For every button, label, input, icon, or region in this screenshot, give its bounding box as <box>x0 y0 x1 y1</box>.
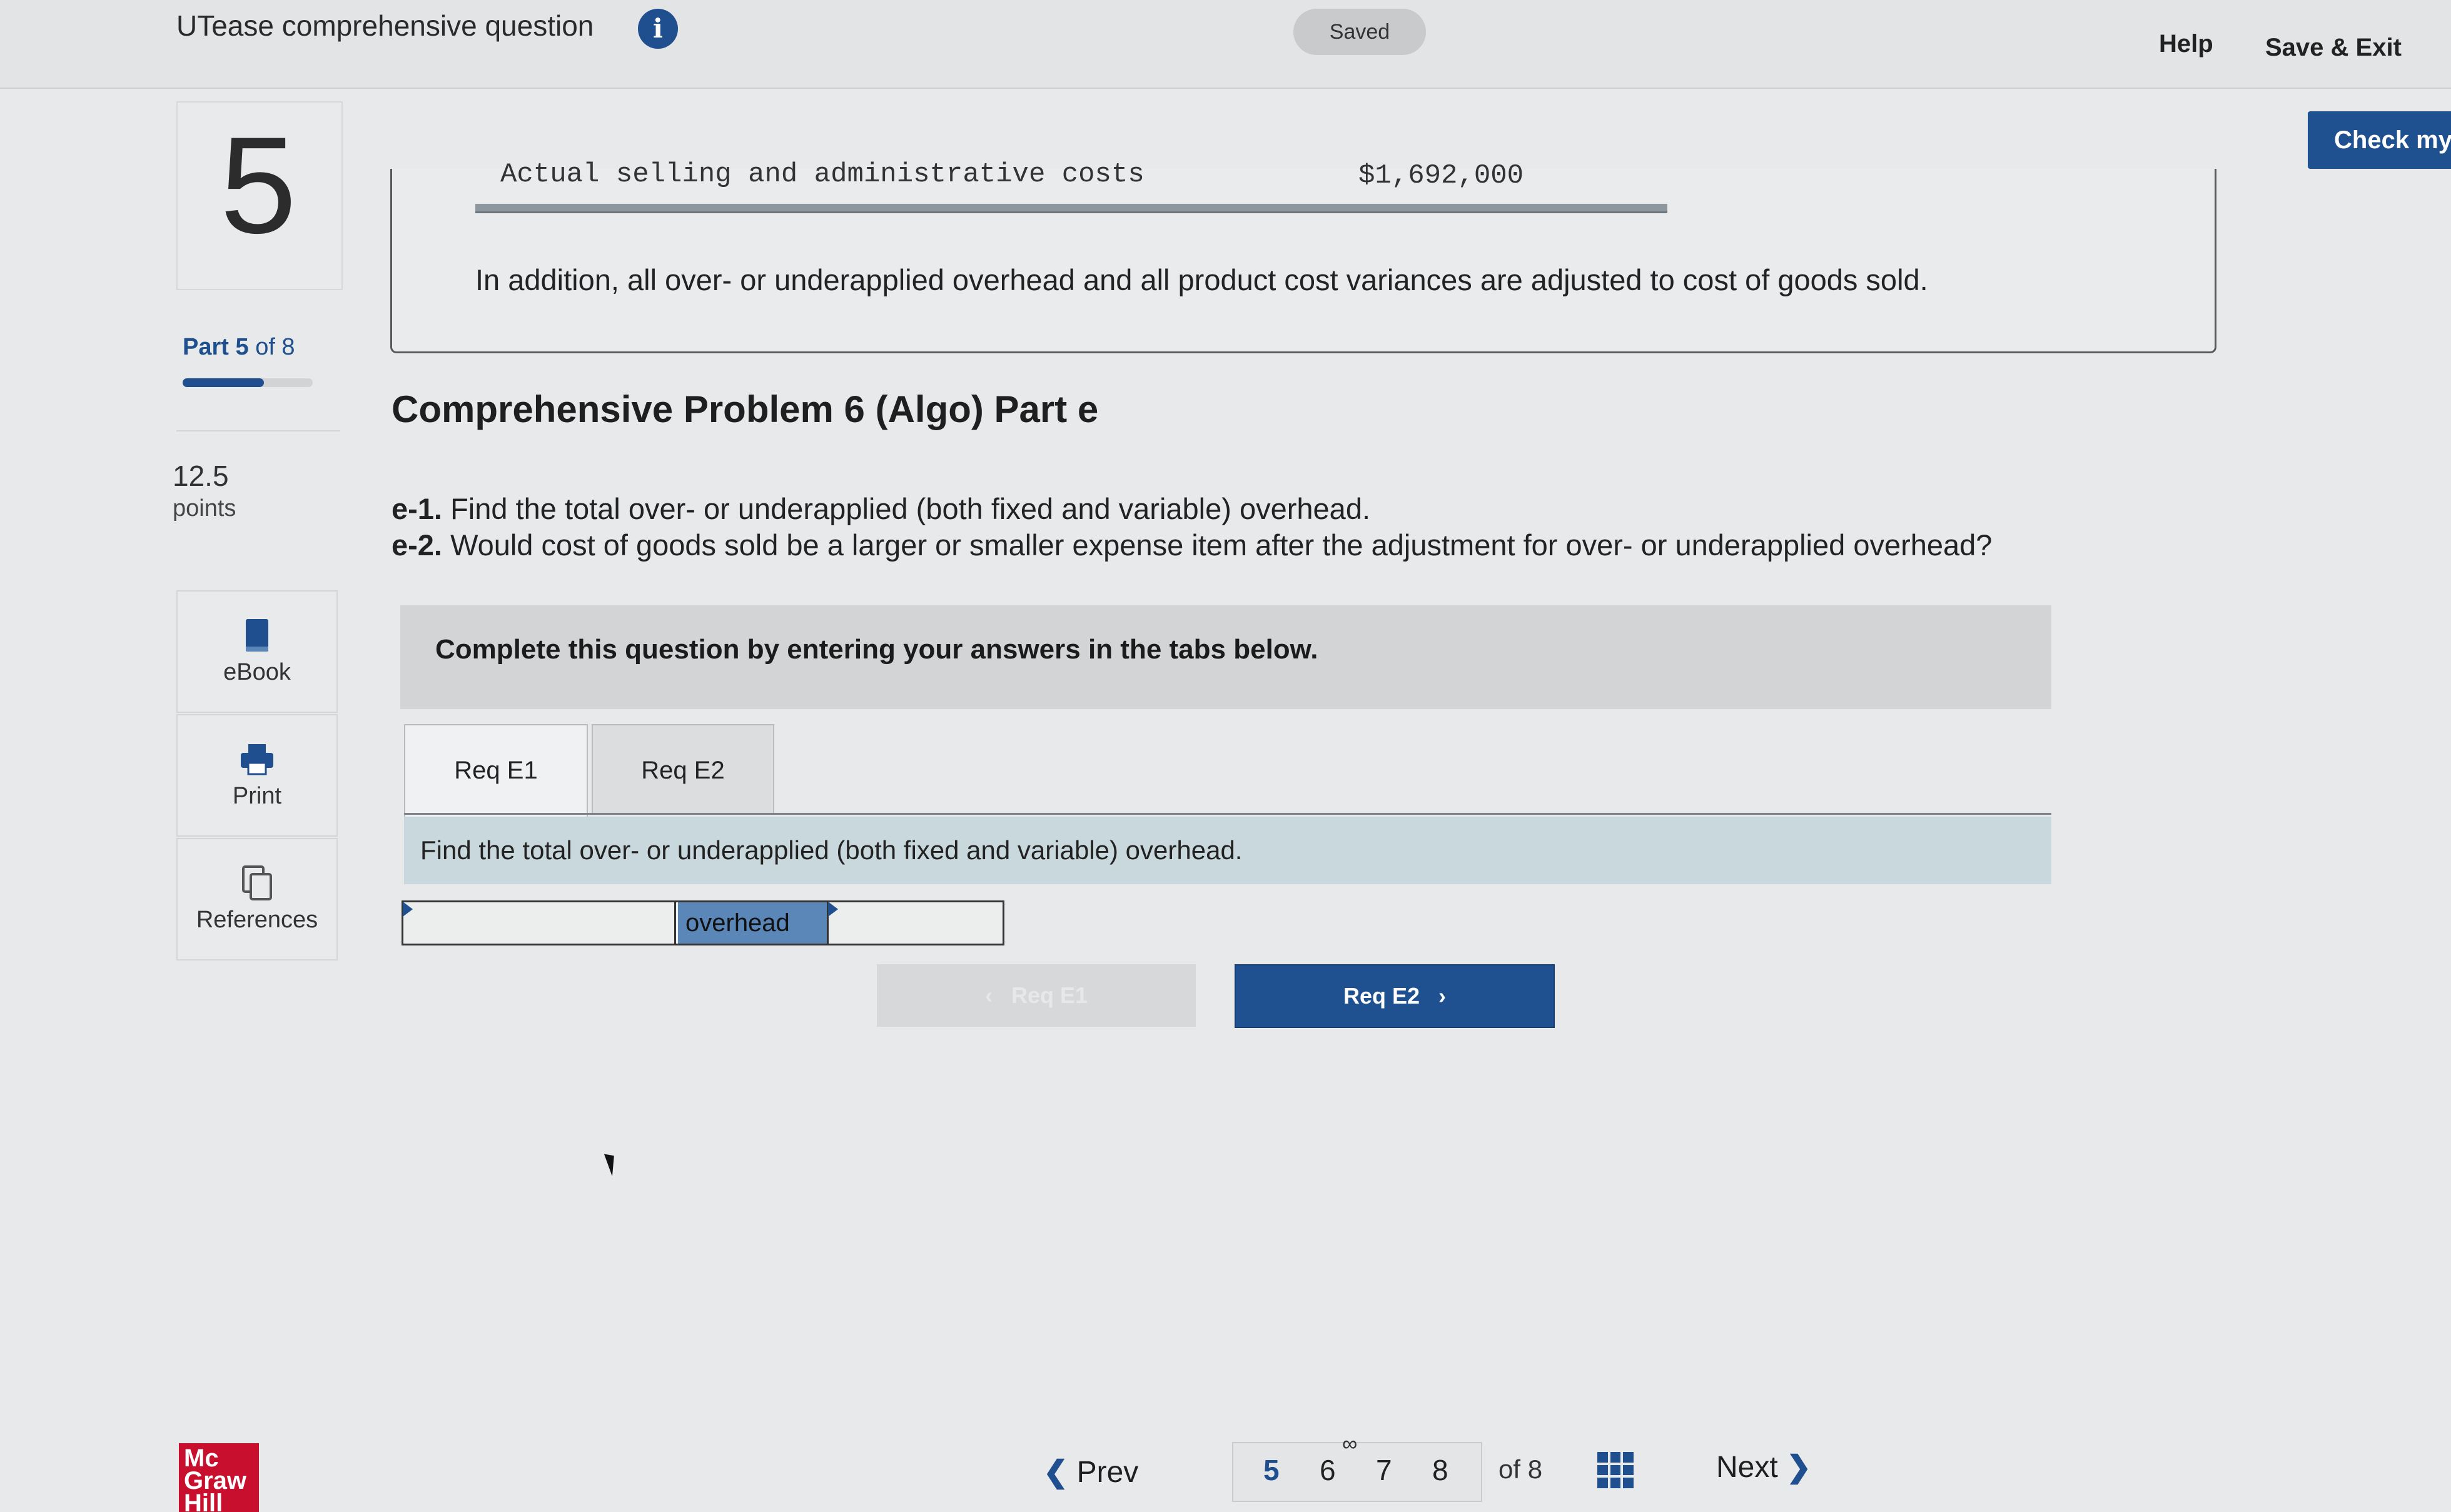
next-req-button[interactable]: Req E2 › <box>1235 964 1555 1028</box>
info-icon[interactable]: i <box>638 9 678 49</box>
print-label: Print <box>232 783 282 809</box>
page-number-8[interactable]: 8 <box>1432 1453 1448 1487</box>
addition-note: In addition, all over- or underapplied o… <box>475 263 1928 296</box>
part-current: 5 <box>235 334 249 360</box>
save-exit-link[interactable]: Save & Exit <box>2265 34 2402 62</box>
references-button[interactable]: References <box>176 838 338 960</box>
saved-status-badge: Saved <box>1293 9 1426 55</box>
prev-req-label: Req E1 <box>1011 982 1088 1008</box>
requirement-e2: e-2. Would cost of goods sold be a large… <box>392 528 1992 562</box>
requirement-e2-text: Would cost of goods sold be a larger or … <box>450 528 1993 562</box>
next-question-link[interactable]: Next ❯ <box>1716 1449 1811 1484</box>
next-req-label: Req E2 <box>1343 983 1420 1009</box>
prev-question-link[interactable]: ❮ Prev <box>1043 1454 1138 1489</box>
points-value: 12.5 <box>173 460 229 492</box>
mouse-cursor-icon <box>604 1151 621 1177</box>
next-label: Next <box>1716 1451 1778 1484</box>
chevron-right-icon: › <box>1420 983 1447 1009</box>
page-total: of 8 <box>1498 1454 1543 1484</box>
print-button[interactable]: Print <box>176 714 338 837</box>
tab-req-e2[interactable]: Req E2 <box>592 724 774 815</box>
part-total: of 8 <box>255 334 295 360</box>
requirement-e1: e-1. Find the total over- or underapplie… <box>392 491 1370 526</box>
mcgraw-hill-logo: Mc Graw Hill <box>179 1443 259 1512</box>
check-my-work-button[interactable]: Check my <box>2308 111 2451 169</box>
tab-req-e1[interactable]: Req E1 <box>404 724 588 817</box>
link-icon: ∞ <box>1342 1432 1358 1456</box>
input-marker-icon <box>403 902 413 917</box>
table-row-amount: $1,692,000 <box>1358 160 1524 191</box>
part-progress-fill <box>183 378 264 387</box>
rail-divider <box>176 430 340 431</box>
tab-underline <box>404 813 2051 815</box>
chevron-right-icon: ❯ <box>1786 1451 1812 1484</box>
overhead-label-cell: overhead <box>678 902 827 944</box>
printer-icon <box>241 744 273 775</box>
over-underapplied-select[interactable] <box>403 902 676 944</box>
chevron-left-icon: ‹ <box>984 982 1011 1008</box>
chevron-left-icon: ❮ <box>1043 1456 1069 1489</box>
part-prefix: Part <box>183 334 229 360</box>
prompt-text: Find the total over- or underapplied (bo… <box>420 835 1243 865</box>
page-number-6[interactable]: 6 <box>1320 1453 1336 1487</box>
input-marker-icon <box>828 902 838 917</box>
references-label: References <box>196 907 318 933</box>
points-label: points <box>173 495 236 522</box>
instruction-text: Complete this question by entering your … <box>435 634 1318 665</box>
requirement-e2-label: e-2. <box>392 528 442 562</box>
table-total-rule <box>475 204 1667 213</box>
overhead-amount-input[interactable] <box>827 902 1003 944</box>
requirement-e1-label: e-1. <box>392 492 442 525</box>
ebook-label: eBook <box>223 659 291 685</box>
help-link[interactable]: Help <box>2159 30 2213 58</box>
problem-data-box <box>390 169 2216 353</box>
copy-icon <box>242 865 272 900</box>
question-grid-icon[interactable] <box>1597 1452 1634 1488</box>
prev-label: Prev <box>1076 1456 1139 1489</box>
table-row-label: Actual selling and administrative costs <box>500 159 1145 190</box>
page-number-5[interactable]: 5 <box>1263 1453 1280 1487</box>
problem-title: Comprehensive Problem 6 (Algo) Part e <box>392 388 1099 430</box>
page-number-7[interactable]: 7 <box>1376 1453 1392 1487</box>
assignment-title: UTease comprehensive question <box>176 9 594 42</box>
book-icon <box>246 619 268 652</box>
question-number: 5 <box>220 108 297 262</box>
part-indicator: Part 5 of 8 <box>183 334 295 361</box>
prev-req-button[interactable]: ‹ Req E1 <box>877 964 1196 1027</box>
ebook-button[interactable]: eBook <box>176 590 338 713</box>
requirement-e1-text: Find the total over- or underapplied (bo… <box>450 492 1371 525</box>
